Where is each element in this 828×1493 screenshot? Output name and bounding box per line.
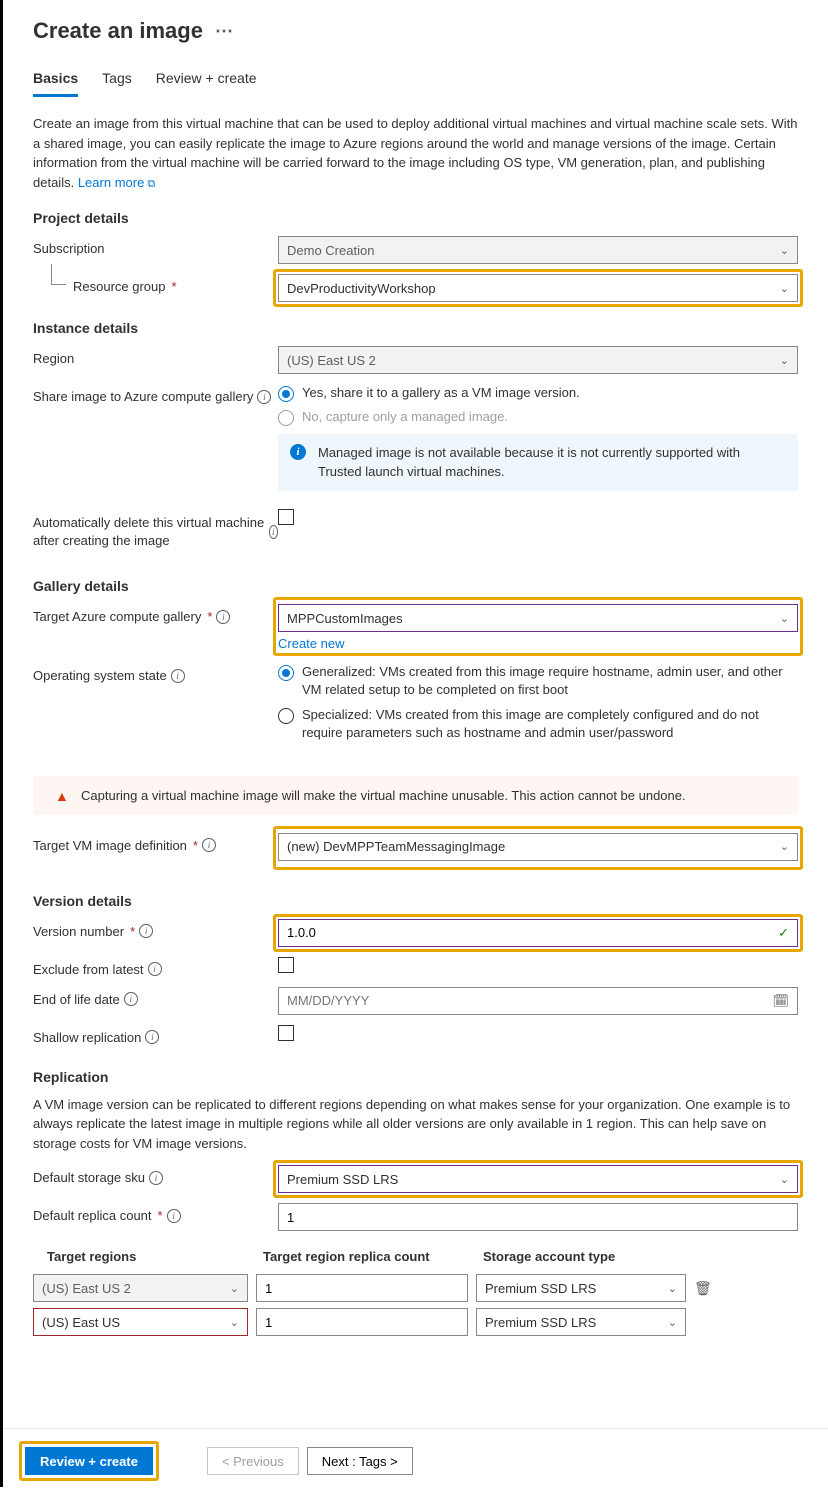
- target-gallery-select[interactable]: MPPCustomImages ⌄: [278, 604, 798, 632]
- region-label: Region: [33, 346, 278, 366]
- share-yes-radio[interactable]: [278, 386, 294, 402]
- target-image-def-label: Target VM image definition* i: [33, 833, 278, 853]
- replica-count-row-input[interactable]: [256, 1274, 468, 1302]
- previous-button: < Previous: [207, 1447, 299, 1475]
- capture-warning: ▲ Capturing a virtual machine image will…: [33, 776, 798, 815]
- shallow-replication-checkbox[interactable]: [278, 1025, 294, 1041]
- chevron-down-icon: ⌄: [230, 1282, 239, 1295]
- chevron-down-icon: ⌄: [780, 244, 789, 257]
- review-create-button[interactable]: Review + create: [25, 1447, 153, 1475]
- section-instance-details: Instance details: [33, 320, 798, 336]
- chevron-down-icon: ⌄: [780, 354, 789, 367]
- chevron-down-icon: ⌄: [780, 1173, 789, 1186]
- region-row-select: (US) East US 2 ⌄: [33, 1274, 248, 1302]
- share-image-label: Share image to Azure compute gallery i: [33, 384, 278, 404]
- section-version-details: Version details: [33, 893, 798, 909]
- chevron-down-icon: ⌄: [780, 840, 789, 853]
- version-number-input[interactable]: ✓: [278, 919, 798, 947]
- version-number-label: Version number* i: [33, 919, 278, 939]
- autodelete-label: Automatically delete this virtual machin…: [33, 509, 278, 550]
- target-gallery-label: Target Azure compute gallery* i: [33, 604, 278, 624]
- tab-tags[interactable]: Tags: [102, 64, 132, 97]
- tab-bar: Basics Tags Review + create: [33, 64, 798, 98]
- managed-image-info: i Managed image is not available because…: [278, 434, 798, 490]
- info-icon[interactable]: i: [269, 525, 278, 539]
- calendar-icon: 🗓: [772, 993, 789, 1009]
- default-sku-select[interactable]: Premium SSD LRS ⌄: [278, 1165, 798, 1193]
- resource-group-select[interactable]: DevProductivityWorkshop ⌄: [278, 274, 798, 302]
- info-icon[interactable]: i: [216, 610, 230, 624]
- info-icon[interactable]: i: [167, 1209, 181, 1223]
- exclude-latest-checkbox[interactable]: [278, 957, 294, 973]
- info-icon[interactable]: i: [124, 992, 138, 1006]
- autodelete-checkbox[interactable]: [278, 509, 294, 525]
- create-new-gallery-link[interactable]: Create new: [278, 636, 344, 651]
- eol-date-label: End of life date i: [33, 987, 278, 1007]
- info-icon[interactable]: i: [145, 1030, 159, 1044]
- os-generalized-radio[interactable]: [278, 665, 294, 681]
- warning-icon: ▲: [55, 788, 69, 804]
- default-replica-count-input[interactable]: [278, 1203, 798, 1231]
- section-replication: Replication: [33, 1069, 798, 1085]
- intro-text: Create an image from this virtual machin…: [33, 114, 798, 192]
- table-row: (US) East US 2 ⌄ Premium SSD LRS ⌄ 🗑: [33, 1274, 798, 1302]
- check-icon: ✓: [778, 925, 789, 941]
- chevron-down-icon: ⌄: [668, 1282, 677, 1295]
- section-project-details: Project details: [33, 210, 798, 226]
- os-generalized-label: Generalized: VMs created from this image…: [302, 663, 798, 699]
- info-icon[interactable]: i: [171, 669, 185, 683]
- subscription-select[interactable]: Demo Creation ⌄: [278, 236, 798, 264]
- chevron-down-icon: ⌄: [780, 282, 789, 295]
- learn-more-link[interactable]: Learn more⧉: [78, 175, 155, 190]
- region-select[interactable]: (US) East US 2 ⌄: [278, 346, 798, 374]
- next-button[interactable]: Next : Tags >: [307, 1447, 413, 1475]
- tab-basics[interactable]: Basics: [33, 64, 78, 97]
- default-replica-count-label: Default replica count* i: [33, 1203, 278, 1223]
- share-no-label: No, capture only a managed image.: [302, 408, 508, 426]
- page-title: Create an image: [33, 18, 203, 44]
- chevron-down-icon: ⌄: [780, 612, 789, 625]
- info-icon: i: [290, 444, 306, 460]
- more-icon[interactable]: ⋯: [215, 21, 234, 42]
- info-icon[interactable]: i: [257, 390, 271, 404]
- table-row: (US) East US ⌄ Premium SSD LRS ⌄: [33, 1308, 798, 1336]
- os-specialized-label: Specialized: VMs created from this image…: [302, 706, 798, 742]
- replication-desc: A VM image version can be replicated to …: [33, 1095, 798, 1154]
- storage-row-select[interactable]: Premium SSD LRS ⌄: [476, 1274, 686, 1302]
- os-state-label: Operating system state i: [33, 663, 278, 683]
- external-link-icon: ⧉: [147, 176, 155, 193]
- chevron-down-icon: ⌄: [230, 1316, 239, 1329]
- info-icon[interactable]: i: [149, 1171, 163, 1185]
- share-yes-label: Yes, share it to a gallery as a VM image…: [302, 384, 580, 402]
- default-sku-label: Default storage sku i: [33, 1165, 278, 1185]
- replication-table-header: Target regions Target region replica cou…: [33, 1243, 798, 1274]
- region-row-select[interactable]: (US) East US ⌄: [33, 1308, 248, 1336]
- create-new-imagedef-link[interactable]: Create new: [278, 865, 344, 870]
- storage-row-select[interactable]: Premium SSD LRS ⌄: [476, 1308, 686, 1336]
- exclude-latest-label: Exclude from latest i: [33, 957, 278, 977]
- chevron-down-icon: ⌄: [668, 1316, 677, 1329]
- section-gallery-details: Gallery details: [33, 578, 798, 594]
- info-icon[interactable]: i: [148, 962, 162, 976]
- eol-date-input[interactable]: 🗓: [278, 987, 798, 1015]
- share-no-radio: [278, 410, 294, 426]
- resource-group-label: Resource group*: [33, 274, 278, 294]
- os-specialized-radio[interactable]: [278, 708, 294, 724]
- info-icon[interactable]: i: [139, 924, 153, 938]
- footer-bar: Review + create < Previous Next : Tags >: [3, 1428, 828, 1493]
- info-icon[interactable]: i: [202, 838, 216, 852]
- tab-review[interactable]: Review + create: [156, 64, 257, 97]
- replica-count-row-input[interactable]: [256, 1308, 468, 1336]
- trash-icon[interactable]: 🗑: [694, 1280, 712, 1297]
- subscription-label: Subscription: [33, 236, 278, 256]
- shallow-replication-label: Shallow replication i: [33, 1025, 278, 1045]
- target-image-def-select[interactable]: (new) DevMPPTeamMessagingImage ⌄: [278, 833, 798, 861]
